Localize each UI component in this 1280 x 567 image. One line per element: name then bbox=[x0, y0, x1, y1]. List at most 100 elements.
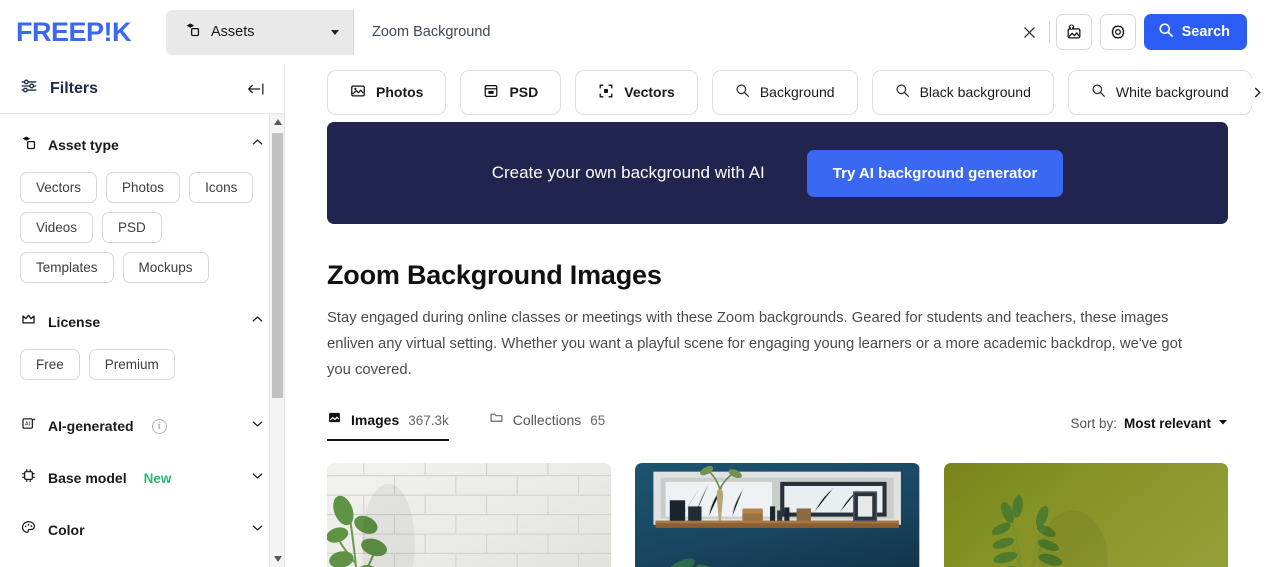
sort-by-dropdown[interactable]: Sort by: Most relevant bbox=[1070, 414, 1228, 441]
freepik-search-page: FREEP!K Assets Zoom Background Search Fi… bbox=[0, 0, 1280, 567]
top-header: FREEP!K Assets Zoom Background Search bbox=[0, 0, 1280, 64]
quick-filter-label: Background bbox=[759, 84, 835, 100]
assets-type-dropdown[interactable]: Assets bbox=[166, 9, 354, 55]
ai-chip-icon: AI bbox=[20, 415, 37, 437]
quick-filter-vectors[interactable]: Vectors bbox=[575, 69, 698, 115]
tab-collections[interactable]: Collections 65 bbox=[489, 410, 606, 441]
asset-type-icon bbox=[184, 21, 201, 43]
license-chips: Free Premium bbox=[20, 349, 264, 380]
filter-chip-videos[interactable]: Videos bbox=[20, 212, 94, 243]
filters-list: Asset type Vectors Photos Icons Videos P… bbox=[0, 114, 284, 567]
result-card-olive-green-wall-with-plant[interactable] bbox=[943, 463, 1228, 567]
filter-chip-icons[interactable]: Icons bbox=[189, 172, 254, 203]
clear-search-button[interactable] bbox=[1013, 15, 1047, 49]
quick-filter-next-button[interactable] bbox=[1244, 79, 1270, 105]
filter-chip-templates[interactable]: Templates bbox=[20, 252, 114, 283]
search-button[interactable]: Search bbox=[1143, 14, 1247, 50]
result-card-teal-wall-with-window-shelf[interactable] bbox=[635, 463, 920, 567]
filter-chip-photos[interactable]: Photos bbox=[106, 172, 181, 203]
quick-filter-psd[interactable]: PSD bbox=[460, 69, 562, 115]
scroll-up-arrow-icon[interactable] bbox=[270, 114, 285, 130]
banner-text: Create your own background with AI bbox=[491, 163, 765, 182]
search-settings-button[interactable] bbox=[1099, 14, 1136, 50]
filters-title: Filters bbox=[50, 79, 99, 97]
search-icon bbox=[1091, 83, 1106, 101]
filter-section-ai-generated: AI AI-generated i bbox=[0, 402, 284, 450]
image-upload-button[interactable] bbox=[1055, 14, 1092, 50]
quick-filter-label: Photos bbox=[376, 84, 424, 100]
quick-filter-photos[interactable]: Photos bbox=[327, 69, 447, 115]
filter-section-header[interactable]: License bbox=[20, 305, 264, 339]
tab-count: 65 bbox=[590, 412, 606, 428]
chevron-down-icon bbox=[331, 29, 339, 35]
quick-filter-label: Vectors bbox=[624, 84, 675, 100]
results-content: Create your own background with AI Try A… bbox=[285, 120, 1280, 567]
page-title: Zoom Background Images bbox=[327, 260, 662, 290]
filter-section-name: Asset type bbox=[48, 137, 119, 153]
chevron-down-icon bbox=[1218, 414, 1228, 432]
filter-section-header[interactable]: Include prompt New bbox=[20, 558, 264, 567]
results-grid bbox=[327, 463, 1228, 567]
filter-section-header[interactable]: Base model New bbox=[20, 454, 264, 502]
filter-section-name: License bbox=[48, 314, 101, 330]
filter-section-header[interactable]: Asset type bbox=[20, 128, 264, 162]
search-icon bbox=[735, 83, 750, 101]
freepik-logo[interactable]: FREEP!K bbox=[16, 17, 166, 48]
filter-section-asset-type: Asset type Vectors Photos Icons Videos P… bbox=[0, 128, 284, 283]
quick-filter-black-background[interactable]: Black background bbox=[871, 69, 1054, 115]
tab-label: Images bbox=[351, 412, 400, 428]
page-body: Filters Asset type Vectors Photos Icons … bbox=[0, 64, 1280, 567]
filter-chip-mockups[interactable]: Mockups bbox=[122, 252, 209, 283]
collapse-sidebar-button[interactable] bbox=[246, 81, 266, 97]
crown-icon bbox=[20, 311, 37, 333]
try-ai-background-generator-button[interactable]: Try AI background generator bbox=[806, 149, 1064, 197]
filter-chip-free[interactable]: Free bbox=[20, 349, 80, 380]
filter-chip-vectors[interactable]: Vectors bbox=[20, 172, 98, 203]
folder-icon bbox=[489, 410, 504, 430]
filter-chip-premium[interactable]: Premium bbox=[88, 349, 175, 380]
sort-by-label: Sort by: bbox=[1070, 415, 1117, 431]
filters-sidebar: Filters Asset type Vectors Photos Icons … bbox=[0, 64, 285, 567]
search-bar: Assets Zoom Background Search bbox=[166, 9, 1266, 55]
chevron-down-icon bbox=[251, 469, 264, 487]
chevron-down-icon bbox=[251, 521, 264, 539]
divider bbox=[1048, 21, 1050, 43]
filter-section-color: Color bbox=[0, 506, 284, 554]
filter-section-include-prompt: Include prompt New bbox=[0, 558, 284, 567]
filter-section-name: Base model bbox=[48, 470, 127, 486]
quick-filter-label: White background bbox=[1115, 84, 1229, 100]
search-icon bbox=[1158, 22, 1174, 42]
quick-filter-row: Photos PSD Vectors Background Black back… bbox=[285, 64, 1280, 120]
filter-section-header[interactable]: AI AI-generated i bbox=[20, 402, 264, 450]
filter-section-name: Color bbox=[48, 522, 85, 538]
sort-by-value: Most relevant bbox=[1123, 415, 1211, 431]
filter-section-license: License Free Premium bbox=[0, 305, 284, 380]
filter-section-header[interactable]: Color bbox=[20, 506, 264, 554]
scrollbar-thumb[interactable] bbox=[272, 133, 283, 398]
chevron-up-icon bbox=[251, 313, 264, 331]
tab-images[interactable]: Images 367.3k bbox=[327, 410, 449, 441]
main-content: Photos PSD Vectors Background Black back… bbox=[285, 64, 1280, 567]
tab-label: Collections bbox=[512, 412, 582, 428]
info-icon[interactable]: i bbox=[151, 418, 167, 434]
vector-icon bbox=[598, 83, 614, 102]
result-card-white-brick-wall-with-plant[interactable] bbox=[327, 463, 612, 567]
tab-count: 367.3k bbox=[408, 412, 449, 428]
palette-icon bbox=[20, 519, 37, 541]
new-badge: New bbox=[143, 470, 172, 486]
sidebar-scrollbar[interactable] bbox=[269, 114, 284, 567]
filter-section-name: AI-generated bbox=[48, 418, 134, 434]
assets-dropdown-label: Assets bbox=[211, 24, 255, 40]
cpu-icon bbox=[20, 467, 37, 489]
scroll-down-arrow-icon[interactable] bbox=[270, 551, 285, 567]
search-input[interactable] bbox=[372, 24, 1013, 40]
ai-promo-banner: Create your own background with AI Try A… bbox=[327, 122, 1228, 224]
chevron-up-icon bbox=[251, 136, 264, 154]
photo-icon bbox=[350, 83, 366, 102]
search-button-label: Search bbox=[1181, 24, 1230, 40]
svg-text:AI: AI bbox=[25, 422, 31, 428]
chevron-down-icon bbox=[251, 417, 264, 435]
filter-chip-psd[interactable]: PSD bbox=[102, 212, 162, 243]
quick-filter-white-background[interactable]: White background bbox=[1067, 69, 1252, 115]
quick-filter-background[interactable]: Background bbox=[711, 69, 858, 115]
